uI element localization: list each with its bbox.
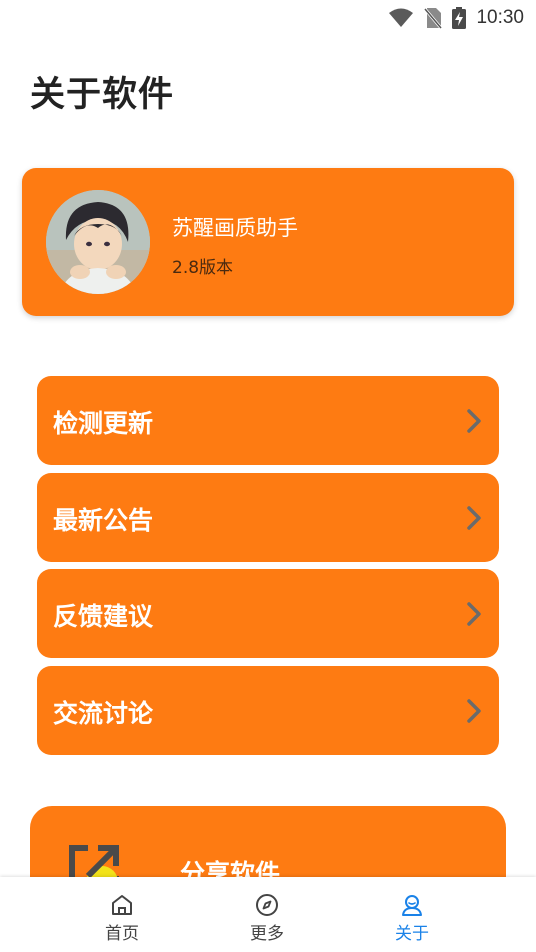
bottom-nav: 首页 更多 关于 xyxy=(0,877,536,952)
menu-item-latest-notice[interactable]: 最新公告 xyxy=(37,473,499,562)
nav-item-about[interactable]: 关于 xyxy=(372,893,452,944)
app-info-card: 苏醒画质助手 2.8版本 xyxy=(22,168,514,316)
home-icon xyxy=(112,895,132,915)
app-version: 2.8版本 xyxy=(172,258,234,278)
chevron-right-icon xyxy=(467,506,481,530)
status-bar: 10:30 xyxy=(0,0,536,36)
menu-item-label: 检测更新 xyxy=(53,409,154,438)
chevron-right-icon xyxy=(467,699,481,723)
user-icon xyxy=(402,895,422,916)
status-time: 10:30 xyxy=(476,7,524,28)
menu-item-check-update[interactable]: 检测更新 xyxy=(37,376,499,465)
chevron-right-icon xyxy=(467,409,481,433)
nav-label: 关于 xyxy=(395,924,429,944)
menu-item-label: 交流讨论 xyxy=(53,699,154,728)
chevron-right-icon xyxy=(467,602,481,626)
no-sim-icon xyxy=(424,8,443,29)
nav-label: 首页 xyxy=(105,924,139,944)
menu-item-label: 最新公告 xyxy=(53,506,154,535)
menu-item-label: 反馈建议 xyxy=(53,602,154,631)
app-avatar xyxy=(46,190,150,294)
nav-label: 更多 xyxy=(250,924,284,944)
menu-item-feedback[interactable]: 反馈建议 xyxy=(37,569,499,658)
nav-item-home[interactable]: 首页 xyxy=(82,893,162,944)
battery-charging-icon xyxy=(452,7,467,29)
nav-item-more[interactable]: 更多 xyxy=(227,893,307,944)
menu-item-discussion[interactable]: 交流讨论 xyxy=(37,666,499,755)
app-name: 苏醒画质助手 xyxy=(172,216,298,240)
page-title: 关于软件 xyxy=(30,75,175,115)
wifi-icon xyxy=(389,8,414,27)
compass-icon xyxy=(256,894,278,916)
